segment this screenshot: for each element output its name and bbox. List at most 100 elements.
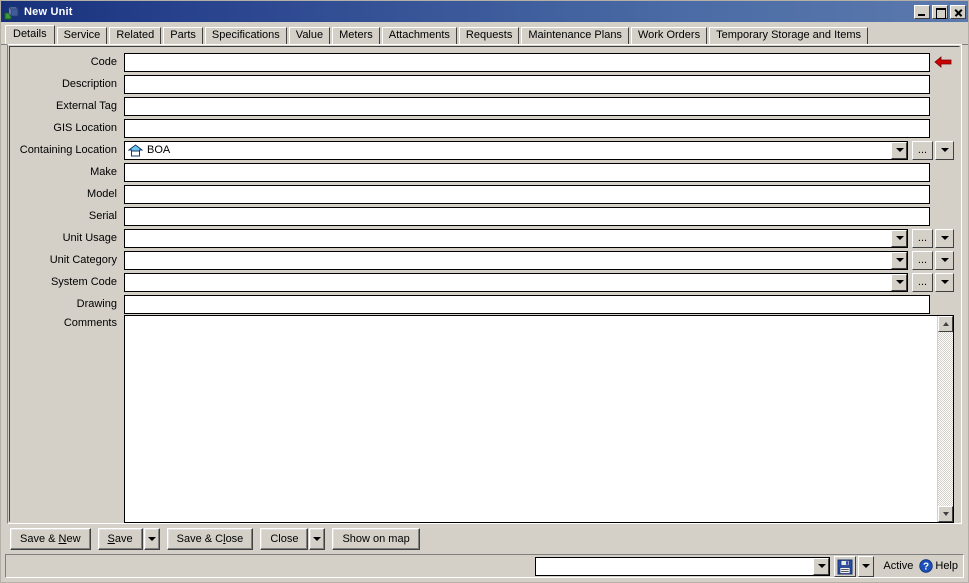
tab-details[interactable]: Details	[5, 25, 55, 44]
action-button-bar: Save & New Save Save & Close Close Show on m…	[1, 524, 968, 554]
model-label: Model	[87, 188, 117, 200]
minimize-icon[interactable]	[914, 4, 930, 19]
tab-meters[interactable]: Meters	[332, 27, 380, 44]
containing-location-lookup-button[interactable]: ...	[912, 140, 933, 160]
row-containing-location: Containing Location BOA...	[10, 139, 959, 161]
unit-usage-lookup-button[interactable]: ...	[912, 228, 933, 248]
row-unit-category: Unit Category...	[10, 249, 959, 271]
row-gis-location: GIS Location	[10, 117, 959, 139]
comments-row: Comments	[10, 315, 959, 523]
tab-maintenance-plans[interactable]: Maintenance Plans	[521, 27, 629, 44]
unit-category-combo[interactable]	[124, 250, 908, 270]
comments-label: Comments	[63, 317, 117, 329]
tab-requests[interactable]: Requests	[458, 27, 520, 44]
containing-location-text: BOA	[147, 143, 171, 156]
system-code-options-dropdown[interactable]	[935, 272, 954, 292]
system-code-combo[interactable]	[124, 272, 908, 292]
save-dropdown[interactable]	[143, 528, 160, 550]
drawing-input[interactable]	[124, 294, 930, 314]
model-field-group	[124, 184, 959, 204]
serial-field-group	[124, 206, 959, 226]
chevron-down-icon[interactable]	[891, 251, 907, 269]
details-panel: Code Description External Tag GIS Location C…	[7, 44, 962, 524]
unit-category-field-group: ...	[124, 250, 959, 270]
status-combo-box[interactable]	[535, 556, 831, 576]
save-and-close-label-post: ose	[225, 533, 244, 545]
unit-usage-combo[interactable]	[124, 228, 908, 248]
gis-location-label: GIS Location	[53, 122, 117, 134]
floppy-disk-icon[interactable]	[834, 555, 857, 577]
save-button[interactable]: Save	[97, 528, 143, 550]
tab-value[interactable]: Value	[288, 27, 331, 44]
chevron-down-icon[interactable]	[813, 557, 830, 575]
show-on-map-button[interactable]: Show on map	[332, 528, 420, 550]
serial-input[interactable]	[124, 206, 930, 226]
unit-form: Code Description External Tag GIS Location C…	[10, 51, 959, 315]
gis-location-input[interactable]	[124, 118, 930, 138]
maximize-icon[interactable]	[932, 4, 948, 19]
comments-input[interactable]	[125, 316, 937, 522]
system-code-field-group: ...	[124, 272, 959, 292]
window-title: New Unit	[24, 5, 73, 18]
code-input[interactable]	[124, 52, 930, 72]
save-options-dropdown[interactable]	[858, 555, 875, 577]
row-description: Description	[10, 73, 959, 95]
chevron-down-icon[interactable]	[891, 141, 907, 159]
row-serial: Serial	[10, 205, 959, 227]
containing-location-value: BOA	[125, 142, 891, 159]
unit-category-lookup-button[interactable]: ...	[912, 250, 933, 270]
row-make: Make	[10, 161, 959, 183]
tab-related[interactable]: Related	[109, 27, 162, 44]
make-input[interactable]	[124, 162, 930, 182]
save-and-close-button[interactable]: Save & Close	[166, 528, 254, 550]
comments-field[interactable]	[124, 315, 954, 523]
ellipsis-icon: ...	[917, 275, 928, 288]
containing-location-combo[interactable]: BOA	[124, 140, 908, 160]
scroll-up-icon[interactable]	[938, 316, 953, 332]
ellipsis-icon: ...	[917, 143, 928, 156]
help-label: Help	[935, 560, 958, 572]
new-unit-window: New Unit Details Service Related Parts Speci…	[0, 0, 969, 583]
close-icon[interactable]	[950, 4, 966, 19]
containing-location-label: Containing Location	[19, 144, 117, 156]
tab-attachments[interactable]: Attachments	[381, 27, 457, 44]
unit-category-label: Unit Category	[49, 254, 117, 266]
code-label: Code	[90, 56, 117, 68]
help-link[interactable]: ? Help	[919, 559, 960, 573]
tab-temporary-storage-and-items[interactable]: Temporary Storage and Items	[709, 27, 868, 44]
containing-location-options-dropdown[interactable]	[935, 140, 954, 160]
tab-work-orders[interactable]: Work Orders	[630, 27, 708, 44]
containing-location-field-group: BOA...	[124, 140, 959, 160]
save-and-new-button[interactable]: Save & New	[10, 528, 91, 550]
comments-scrollbar[interactable]	[937, 316, 953, 522]
model-input[interactable]	[124, 184, 930, 204]
tab-service[interactable]: Service	[56, 27, 108, 44]
row-code: Code	[10, 51, 959, 73]
tab-parts[interactable]: Parts	[163, 27, 203, 44]
save-label-post: ave	[114, 533, 133, 545]
external-tag-field-group	[124, 96, 959, 116]
drawing-label: Drawing	[76, 298, 117, 310]
external-tag-input[interactable]	[124, 96, 930, 116]
row-unit-usage: Unit Usage...	[10, 227, 959, 249]
external-tag-label: External Tag	[56, 100, 117, 112]
ellipsis-icon: ...	[917, 231, 928, 244]
description-label: Description	[61, 78, 117, 90]
serial-label: Serial	[88, 210, 117, 222]
system-code-lookup-button[interactable]: ...	[912, 272, 933, 292]
gis-location-field-group	[124, 118, 959, 138]
unit-usage-options-dropdown[interactable]	[935, 228, 954, 248]
scroll-down-icon[interactable]	[938, 506, 953, 522]
tab-specifications[interactable]: Specifications	[204, 27, 287, 44]
close-dropdown[interactable]	[309, 528, 326, 550]
unit-usage-label: Unit Usage	[62, 232, 117, 244]
chevron-down-icon[interactable]	[891, 273, 907, 291]
chevron-down-icon[interactable]	[891, 229, 907, 247]
row-drawing: Drawing	[10, 293, 959, 315]
home-icon	[127, 143, 144, 157]
ellipsis-icon: ...	[917, 253, 928, 266]
unit-category-options-dropdown[interactable]	[935, 250, 954, 270]
description-input[interactable]	[124, 74, 930, 94]
close-button[interactable]: Close	[260, 528, 309, 550]
unit-usage-field-group: ...	[124, 228, 959, 248]
